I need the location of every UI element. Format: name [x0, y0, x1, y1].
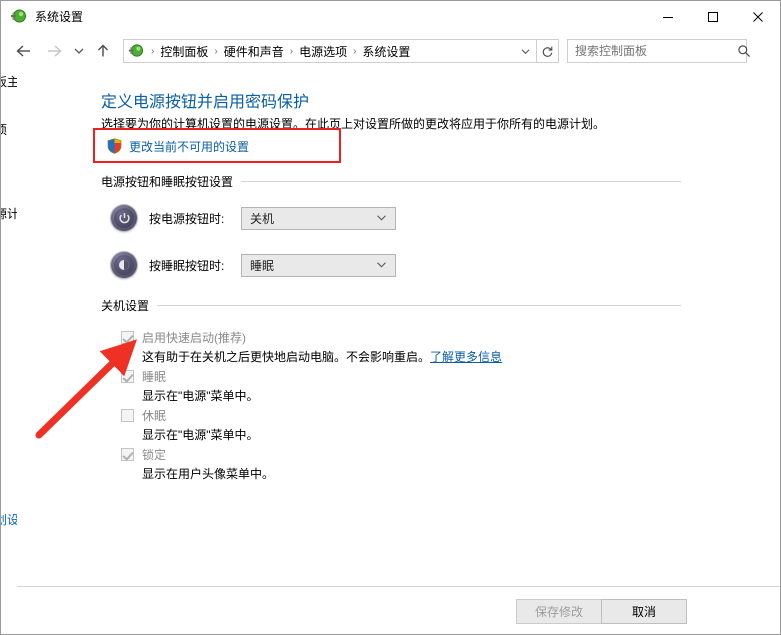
breadcrumb-separator: ›	[151, 45, 155, 57]
navigation-bar: › 控制面板 › 硬件和声音 › 电源选项 › 系统设置	[1, 32, 780, 70]
group-divider	[241, 181, 681, 182]
power-button-setting-row: 按电源按钮时: 关机	[111, 205, 396, 231]
recent-locations-icon[interactable]	[69, 38, 89, 64]
back-arrow-icon[interactable]	[11, 38, 37, 64]
breadcrumb-item-power-options[interactable]: 电源选项	[298, 41, 348, 62]
breadcrumb-item-hardware-sound[interactable]: 硬件和声音	[223, 41, 285, 62]
minimize-icon[interactable]	[645, 1, 690, 32]
chevron-down-icon	[376, 261, 387, 269]
fast-startup-description-text: 这有助于在关机之后更快地启动电脑。不会影响重启。	[142, 350, 431, 364]
search-icon[interactable]	[732, 40, 756, 62]
sleep-label: 睡眠	[142, 370, 167, 384]
maximize-icon[interactable]	[690, 1, 735, 32]
power-button-label: 按电源按钮时:	[149, 211, 225, 226]
sleep-button-icon	[111, 252, 137, 278]
breadcrumb-separator: ›	[289, 45, 294, 57]
power-button-action-select[interactable]: 关机	[241, 206, 396, 230]
breadcrumb-item-control-panel[interactable]: 控制面板	[159, 41, 209, 62]
lock-description: 显示在用户头像菜单中。	[142, 467, 275, 481]
left-navigation-pane: 控制面板主页 电源选项 选择电源计划 更改计划设置 系统设置	[1, 71, 17, 565]
sleep-checkbox[interactable]	[121, 370, 134, 383]
sleep-button-setting-row: 按睡眠按钮时: 睡眠	[111, 252, 396, 278]
breadcrumb[interactable]: › 控制面板 › 硬件和声音 › 电源选项 › 系统设置	[123, 39, 537, 63]
sleep-checkbox-row[interactable]: 睡眠	[121, 368, 166, 385]
hibernate-checkbox-row[interactable]: 休眠	[121, 407, 166, 424]
chevron-down-icon[interactable]	[514, 40, 536, 62]
search-input[interactable]	[568, 40, 732, 62]
fast-startup-label: 启用快速启动(推荐)	[142, 331, 246, 345]
power-button-action-value: 关机	[250, 211, 275, 226]
forward-arrow-icon	[41, 38, 67, 64]
group-divider	[157, 305, 681, 306]
power-plug-icon	[10, 8, 27, 25]
change-unavailable-settings-link[interactable]: 更改当前不可用的设置	[129, 138, 249, 155]
search-box[interactable]	[567, 39, 751, 63]
fast-startup-checkbox-row[interactable]: 启用快速启动(推荐)	[121, 329, 246, 346]
left-pane-fragment[interactable]: 更改计划设置	[1, 511, 17, 528]
power-buttons-group-header: 电源按钮和睡眠按钮设置	[101, 173, 681, 190]
learn-more-link[interactable]: 了解更多信息	[430, 350, 502, 364]
fast-startup-description: 这有助于在关机之后更快地启动电脑。不会影响重启。了解更多信息	[142, 348, 502, 365]
content-pane: 定义电源按钮并启用密码保护 选择要为你的计算机设置的电源设置。在此页上对设置所做…	[17, 71, 780, 586]
up-arrow-icon[interactable]	[91, 38, 115, 64]
group-label: 关机设置	[101, 299, 150, 313]
refresh-icon[interactable]	[537, 39, 559, 63]
breadcrumb-item-system-settings[interactable]: 系统设置	[361, 41, 411, 62]
left-pane-fragment[interactable]: 控制面板主页	[1, 73, 17, 90]
shield-icon	[107, 138, 122, 154]
lock-checkbox[interactable]	[121, 448, 134, 461]
power-button-icon	[111, 205, 137, 231]
hibernate-checkbox[interactable]	[121, 409, 134, 422]
footer-divider	[17, 586, 780, 587]
window-title: 系统设置	[35, 10, 84, 24]
lock-checkbox-row[interactable]: 锁定	[121, 446, 166, 463]
shutdown-settings-group-header: 关机设置	[101, 297, 681, 314]
lock-label: 锁定	[142, 448, 167, 462]
breadcrumb-separator: ›	[214, 45, 218, 57]
control-panel-window: 系统设置 › 控制面板 › 硬件和声音 › 电源选项 › 系统设置 搜索控制面板…	[0, 0, 781, 635]
breadcrumb-separator: ›	[353, 45, 357, 57]
left-pane-fragment[interactable]: 选择电源计划	[1, 205, 17, 222]
sleep-button-action-value: 睡眠	[250, 258, 275, 273]
caption-button-group	[645, 1, 780, 32]
title-bar: 系统设置	[1, 1, 780, 32]
sleep-button-label: 按睡眠按钮时:	[149, 258, 225, 273]
save-changes-button[interactable]: 保存修改	[516, 599, 602, 624]
page-description: 选择要为你的计算机设置的电源设置。在此页上对设置所做的更改将应用于你所有的电源计…	[101, 117, 606, 131]
hibernate-description: 显示在"电源"菜单中。	[142, 428, 259, 442]
chevron-down-icon	[376, 214, 387, 222]
group-label: 电源按钮和睡眠按钮设置	[101, 175, 234, 189]
hibernate-label: 休眠	[142, 409, 167, 423]
fast-startup-checkbox[interactable]	[121, 331, 134, 344]
power-plug-icon	[128, 43, 144, 59]
page-title: 定义电源按钮并启用密码保护	[101, 94, 310, 111]
cancel-button[interactable]: 取消	[601, 599, 687, 624]
sleep-button-action-select[interactable]: 睡眠	[241, 253, 396, 277]
change-unavailable-settings-link-row[interactable]: 更改当前不可用的设置	[107, 136, 249, 156]
sleep-description: 显示在"电源"菜单中。	[142, 389, 259, 403]
left-pane-fragment[interactable]: 系统设置	[1, 563, 7, 565]
close-icon[interactable]	[735, 1, 780, 32]
left-pane-fragment[interactable]: 电源选项	[1, 121, 7, 138]
